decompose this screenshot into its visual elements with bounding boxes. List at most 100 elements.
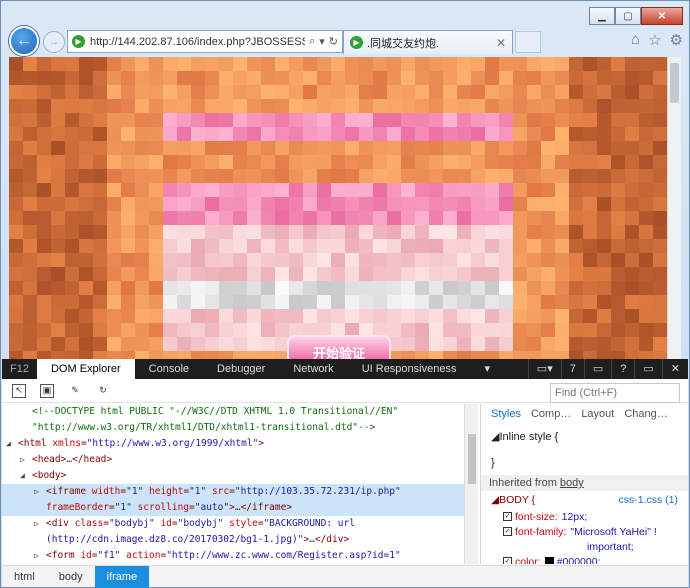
photo-pixel: [583, 225, 597, 239]
expand-triangle-icon[interactable]: ▷: [34, 548, 46, 564]
expand-triangle-icon[interactable]: ◢: [6, 436, 18, 452]
find-input[interactable]: Find (Ctrl+F): [550, 383, 680, 403]
photo-pixel: [583, 281, 597, 295]
prop-font-family[interactable]: ✓ font-family: "Microsoft YaHei" !: [481, 524, 688, 539]
tab-dom-explorer[interactable]: DOM Explorer: [36, 359, 135, 379]
expand-triangle-icon[interactable]: ▷: [34, 484, 46, 500]
dom-tree-line[interactable]: ▷ <iframe width="1" height="1" src="http:…: [2, 484, 464, 500]
dom-tree-line[interactable]: <!--DOCTYPE html PUBLIC "-//W3C//DTD XHT…: [2, 404, 464, 420]
css-source-link[interactable]: css-1.css (1): [618, 494, 678, 506]
dom-scrollbar[interactable]: [464, 404, 478, 564]
photo-pixel: [247, 281, 261, 295]
forward-button[interactable]: →: [43, 31, 65, 53]
address-text[interactable]: http://144.202.87.106/index.php?JBOSSESS…: [90, 36, 305, 48]
photo-pixel: [359, 169, 373, 183]
new-tab-button[interactable]: [515, 31, 541, 53]
select-element-icon[interactable]: ↖: [12, 383, 26, 398]
photo-pixel: [163, 183, 177, 197]
photo-pixel: [317, 113, 331, 127]
checkbox-icon[interactable]: ✓: [503, 557, 512, 564]
highlight-icon[interactable]: ▣: [40, 383, 54, 398]
scrollbar-thumb[interactable]: [670, 63, 679, 103]
dom-tree-line[interactable]: ▷ <head>…</head>: [2, 452, 464, 468]
photo-pixel: [611, 127, 625, 141]
tab-debugger[interactable]: Debugger: [203, 359, 279, 379]
dom-tree-line[interactable]: ▷ <form id="f1" action="http://www.zc.www…: [2, 548, 464, 564]
browser-tab[interactable]: ▶ .同城交友约炮. ✕: [343, 30, 513, 54]
prop-value[interactable]: #000000;: [557, 556, 601, 565]
expand-triangle-icon[interactable]: ▷: [34, 516, 46, 532]
close-button[interactable]: ✕: [641, 7, 683, 25]
breadcrumb-body[interactable]: body: [47, 566, 95, 588]
back-button[interactable]: ←: [9, 26, 39, 56]
address-bar[interactable]: ▶ http://144.202.87.106/index.php?JBOSSE…: [67, 30, 343, 53]
photo-pixel: [443, 71, 457, 85]
dom-tree-line[interactable]: (http://cdn.image.dz8.co/20170302/bg1-1.…: [2, 532, 464, 548]
photo-pixel: [387, 155, 401, 169]
prop-font-size[interactable]: ✓ font-size: 12px;: [481, 509, 688, 524]
dom-tree-line[interactable]: "http://www.w3.org/TR/xhtml1/DTD/xhtml1-…: [2, 420, 464, 436]
maximize-button[interactable]: ▢: [615, 7, 641, 25]
photo-pixel: [401, 113, 415, 127]
devtools-close-icon[interactable]: ✕: [661, 359, 688, 379]
tab-close-icon[interactable]: ✕: [496, 36, 506, 50]
color-swatch[interactable]: [544, 557, 554, 564]
start-verification-button[interactable]: 开始验证: [287, 335, 391, 359]
prop-value[interactable]: 12px;: [562, 511, 588, 523]
help-icon[interactable]: ?: [611, 359, 634, 379]
photo-pixel: [163, 71, 177, 85]
photo-pixel: [429, 225, 443, 239]
dom-tree-line[interactable]: ▷ <div class="bodybj" id="bodybj" style="…: [2, 516, 464, 532]
checkbox-icon[interactable]: ✓: [503, 527, 512, 536]
photo-pixel: [219, 323, 233, 337]
undock-icon[interactable]: ▭: [634, 359, 661, 379]
checkbox-icon[interactable]: ✓: [503, 512, 512, 521]
photo-pixel: [611, 155, 625, 169]
tab-network[interactable]: Network: [279, 359, 347, 379]
tab-f12: F12: [10, 363, 29, 375]
photo-pixel: [485, 169, 499, 183]
breadcrumb-iframe[interactable]: iframe: [94, 565, 150, 588]
refresh-dom-icon[interactable]: ↻: [96, 384, 110, 398]
tabs-overflow-icon[interactable]: ▾: [470, 359, 504, 379]
expand-triangle-icon[interactable]: ◢: [20, 468, 32, 484]
tab-layout[interactable]: Layout: [581, 408, 614, 420]
dom-tree-line[interactable]: ◢ <body>: [2, 468, 464, 484]
prop-color[interactable]: ✓ color: #000000;: [481, 554, 688, 564]
prop-value[interactable]: "Microsoft YaHei" !: [570, 526, 656, 538]
dom-token: "1": [114, 502, 138, 513]
tab-computed[interactable]: Comp…: [531, 408, 571, 420]
home-icon[interactable]: ⌂: [631, 31, 640, 49]
tab-changes[interactable]: Chang…: [624, 408, 667, 420]
photo-pixel: [121, 309, 135, 323]
dom-tree-line[interactable]: frameBorder="1" scrolling="auto">…</ifra…: [2, 500, 464, 516]
expand-triangle-icon[interactable]: ▷: [20, 452, 32, 468]
dom-tree-line[interactable]: ◢ <html xmlns="http://www.w3.org/1999/xht…: [2, 436, 464, 452]
photo-pixel: [289, 309, 303, 323]
console-icon[interactable]: ▭: [583, 359, 611, 379]
dropdown-icon[interactable]: ▾: [319, 35, 325, 48]
minimize-button[interactable]: ▁: [589, 7, 615, 25]
search-icon[interactable]: ⌕: [309, 35, 315, 48]
tab-ui-responsiveness[interactable]: UI Responsiveness: [348, 359, 471, 379]
emulation-icon[interactable]: ▭▾: [527, 359, 561, 379]
photo-pixel: [527, 127, 541, 141]
inherited-link[interactable]: body: [560, 477, 584, 489]
favorites-star-icon[interactable]: ☆: [648, 31, 661, 49]
photo-pixel: [275, 197, 289, 211]
photo-pixel: [541, 85, 555, 99]
tab-styles[interactable]: Styles: [491, 408, 521, 420]
dom-scrollbar-thumb[interactable]: [468, 434, 476, 484]
color-picker-icon[interactable]: ✎: [68, 384, 82, 398]
settings-gear-icon[interactable]: ⚙: [670, 31, 683, 49]
tab-console[interactable]: Console: [135, 359, 203, 379]
photo-pixel: [121, 57, 135, 71]
page-scrollbar[interactable]: [667, 57, 681, 359]
photo-pixel: [93, 155, 107, 169]
breadcrumb-html[interactable]: html: [2, 566, 47, 588]
document-mode[interactable]: 7: [560, 359, 584, 379]
photo-pixel: [121, 71, 135, 85]
photo-pixel: [289, 211, 303, 225]
photo-pixel: [555, 281, 569, 295]
refresh-icon[interactable]: ↻: [329, 35, 338, 48]
